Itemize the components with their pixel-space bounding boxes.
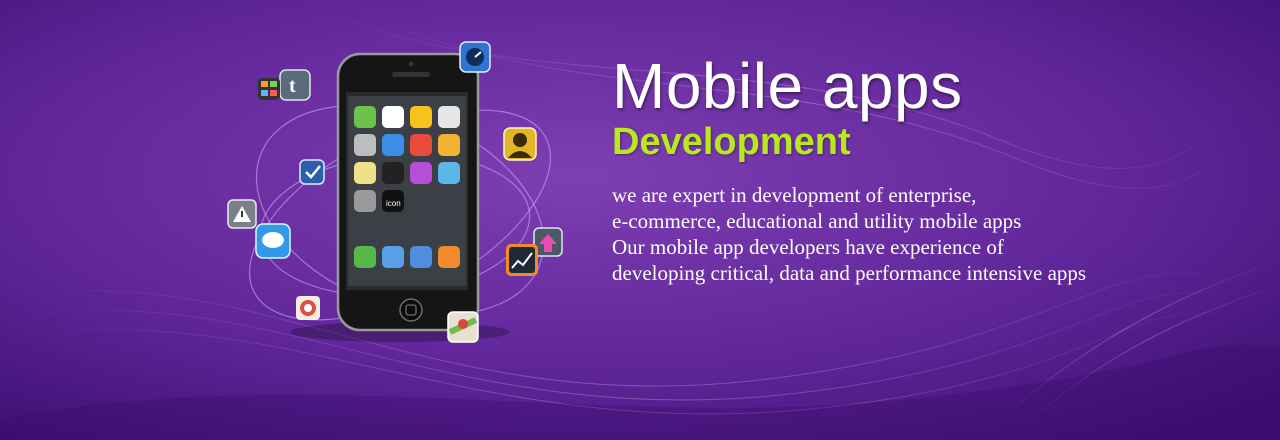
upload-arrow-icon <box>533 227 563 257</box>
description-line: developing critical, data and performanc… <box>612 261 1087 285</box>
phone-body: icon <box>336 52 480 332</box>
smartphone-illustration: icon t <box>227 41 563 343</box>
phone-icon-label: icon <box>386 199 401 208</box>
todo-check-icon <box>299 159 325 185</box>
contact-icon <box>503 127 537 161</box>
description-line: Our mobile app developers have experienc… <box>612 235 1004 259</box>
target-icon <box>296 296 320 320</box>
hero-copy: Mobile apps Development we are expert in… <box>612 52 1252 286</box>
svg-text:t: t <box>289 75 296 97</box>
description-line: e-commerce, educational and utility mobi… <box>612 209 1022 233</box>
hero-description: we are expert in development of enterpri… <box>612 182 1252 286</box>
tumblr-icon: t <box>279 69 311 101</box>
chat-bubble-icon <box>255 223 291 259</box>
stock-chart-icon <box>506 244 538 276</box>
description-line: we are expert in development of enterpri… <box>612 183 977 207</box>
hero-title: Mobile apps <box>612 50 963 122</box>
clock-icon <box>459 41 491 73</box>
hero-subtitle: Development <box>612 121 851 163</box>
maps-icon <box>447 311 479 343</box>
app-grid-icon <box>258 78 280 100</box>
warning-icon <box>227 199 257 229</box>
